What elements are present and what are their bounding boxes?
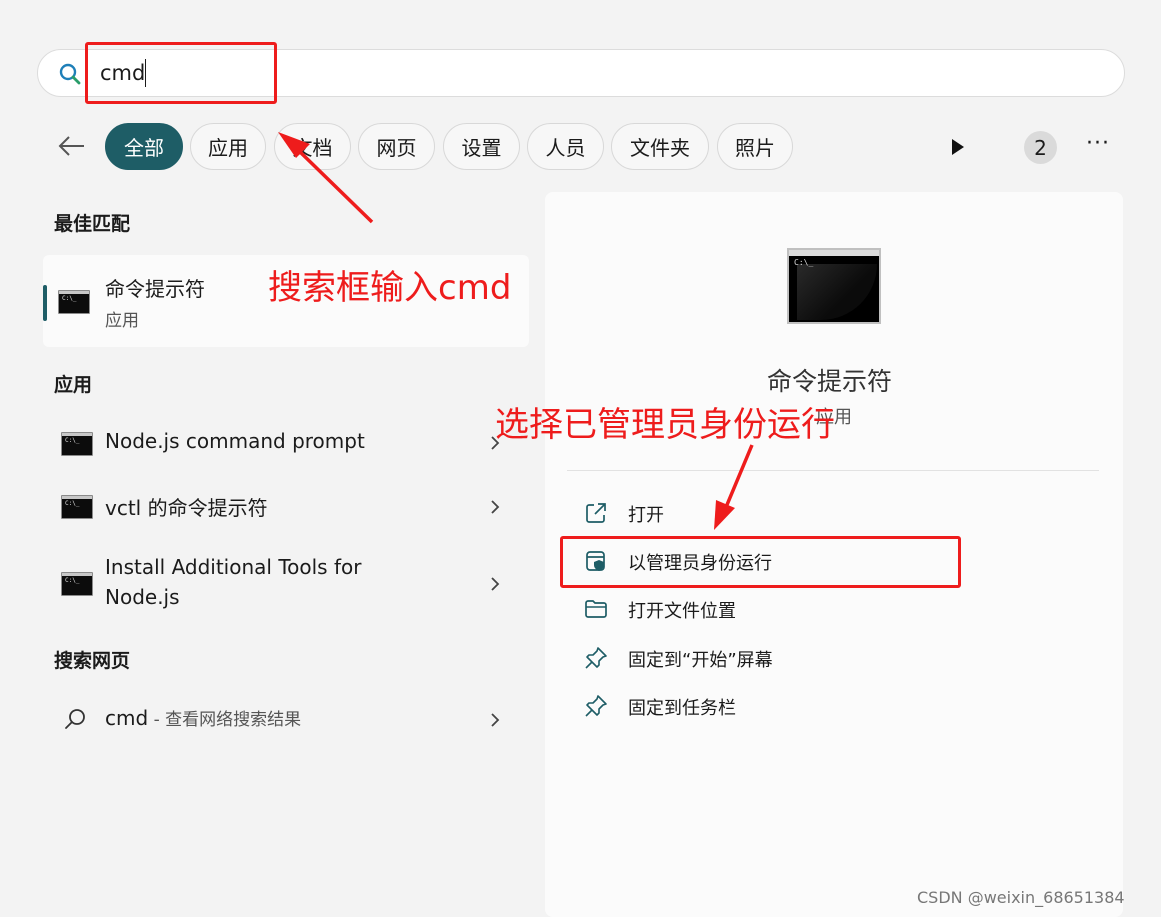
app-item-title: Node.js command prompt [105,429,365,453]
action-label: 打开文件位置 [628,601,736,622]
action-open-file-location[interactable]: 打开文件位置 [584,593,944,625]
filter-chip-folders[interactable]: 文件夹 [611,123,709,170]
command-prompt-icon [61,495,93,519]
search-window: 全部 应用 文档 网页 设置 人员 文件夹 照片 2 ··· 最佳匹配 命令提示… [0,0,1161,917]
pin-icon [585,647,607,669]
search-icon [59,63,81,85]
annotation-admin-note: 选择已管理员身份运行 [495,405,835,445]
action-pin-to-taskbar[interactable]: 固定到任务栏 [584,690,944,722]
filter-chip-photos[interactable]: 照片 [717,123,793,170]
annotation-box-search [85,42,277,104]
filter-chip-all[interactable]: 全部 [105,123,183,170]
app-item-title: vctl 的命令提示符 [105,496,268,520]
filter-chip-documents[interactable]: 文档 [274,123,351,170]
command-prompt-large-icon: C:\_ [787,248,881,324]
web-search-query: cmd - 查看网络搜索结果 [105,705,301,730]
action-label: 固定到任务栏 [628,698,736,719]
section-title-apps: 应用 [54,374,93,396]
command-prompt-icon [61,432,93,456]
web-search-suffix: - 查看网络搜索结果 [148,710,302,730]
back-arrow-icon[interactable] [56,130,88,162]
action-label: 打开 [628,505,664,526]
chevron-right-icon[interactable] [489,576,501,592]
divider [567,470,1099,471]
annotation-search-note: 搜索框输入cmd [268,268,512,308]
pin-icon [585,695,607,717]
action-open[interactable]: 打开 [584,497,944,529]
web-search-term: cmd [105,706,149,730]
filter-chip-settings[interactable]: 设置 [443,123,520,170]
action-label: 固定到“开始”屏幕 [628,650,773,671]
best-match-title: 命令提示符 [105,277,205,301]
app-item-title-line2: Node.js [105,585,180,609]
open-external-icon [586,503,606,523]
section-title-best-match: 最佳匹配 [54,213,131,235]
folder-icon [585,600,607,618]
app-item-title-line1: Install Additional Tools for [105,555,362,579]
watermark: CSDN @weixin_68651384 [917,888,1125,907]
count-badge[interactable]: 2 [1024,131,1057,164]
play-icon[interactable] [950,137,966,157]
detail-title: 命令提示符 [767,367,893,396]
chevron-right-icon[interactable] [489,712,501,728]
command-prompt-icon [61,572,93,596]
action-pin-to-start[interactable]: 固定到“开始”屏幕 [584,642,944,674]
selection-indicator [43,285,47,321]
chevron-right-icon[interactable] [489,499,501,515]
filter-chip-people[interactable]: 人员 [527,123,604,170]
command-prompt-icon [58,290,90,314]
filter-chip-web[interactable]: 网页 [358,123,435,170]
annotation-box-run-as-admin [560,536,961,588]
section-title-web-search: 搜索网页 [54,650,131,672]
search-icon [65,709,85,729]
filter-chip-apps[interactable]: 应用 [190,123,266,170]
more-options-icon[interactable]: ··· [1086,133,1110,156]
best-match-subtitle: 应用 [105,311,139,331]
